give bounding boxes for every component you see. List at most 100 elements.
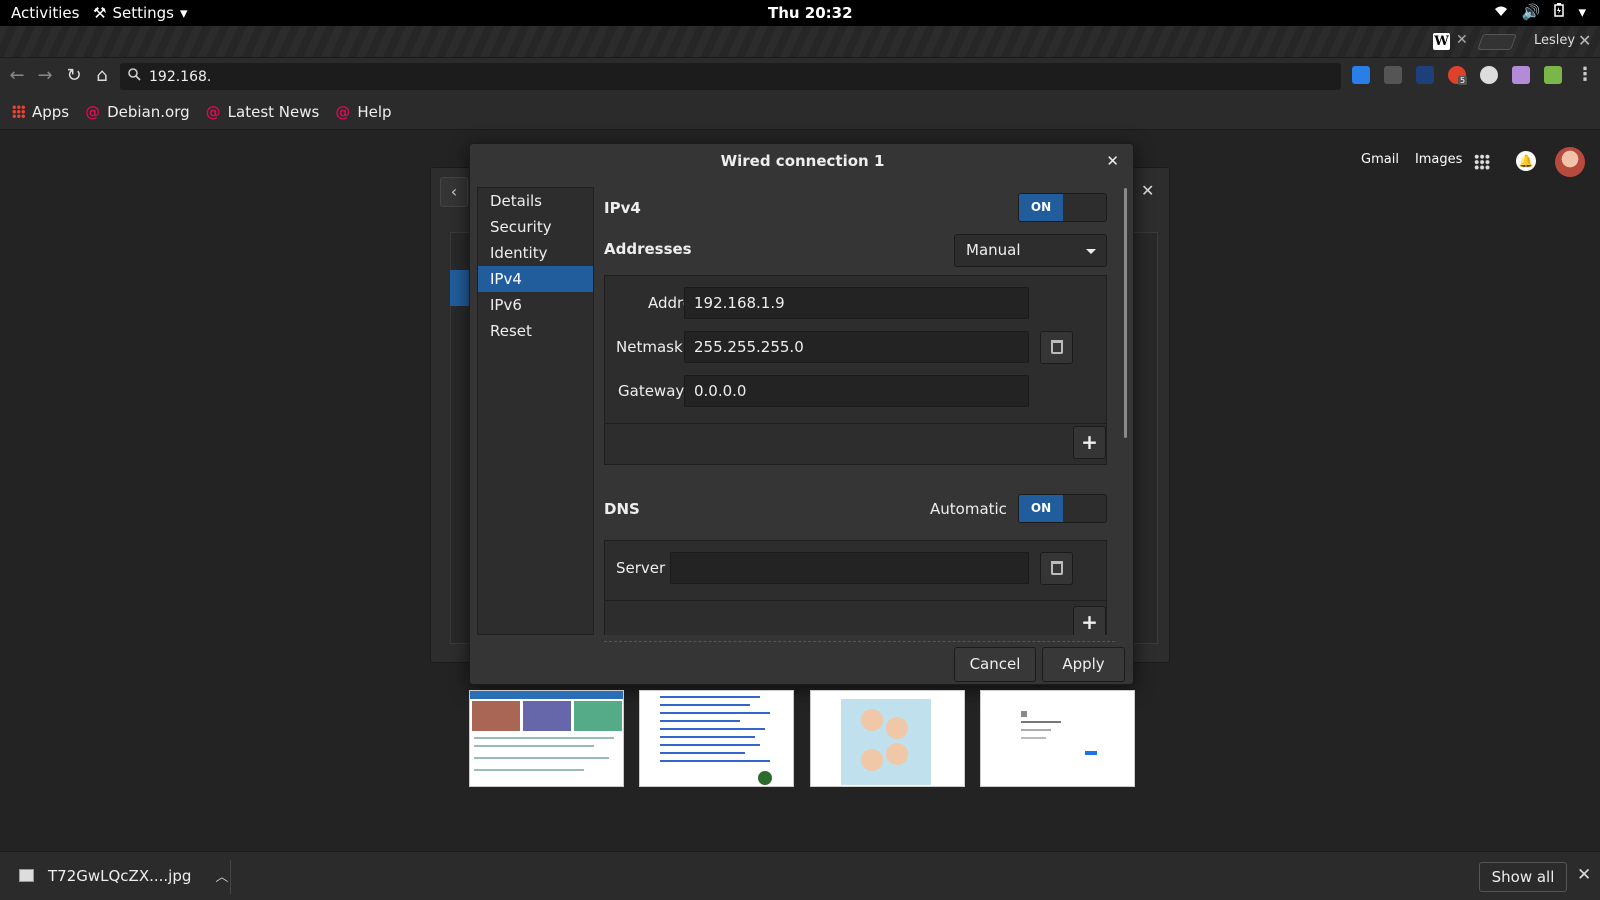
back-arrow-icon[interactable]: ‹ [440, 177, 468, 207]
extension-expand-icon[interactable] [1352, 66, 1370, 84]
extension-badge-icon[interactable]: 5 [1448, 66, 1468, 85]
netmask-field[interactable]: 255.255.255.0 [684, 331, 1029, 363]
sidebar-item-ipv4[interactable]: IPv4 [478, 266, 593, 292]
ipv4-settings: IPv4 ON Addresses Manual Address 192.168… [604, 187, 1115, 635]
add-address-button[interactable]: + [1073, 426, 1106, 459]
close-icon[interactable]: ✕ [1106, 152, 1119, 170]
notifications-bell-icon[interactable]: 🔔 [1516, 151, 1536, 171]
browser-toolbar: ← → ↻ ⌂ 192.168. 5 ⋮ [0, 58, 1600, 94]
gnome-top-bar: Activities ⚒ Settings ▾ Thu 20:32 🔊 ▾ [0, 0, 1600, 26]
divider [230, 860, 231, 894]
extension-tool-icon[interactable] [1384, 66, 1402, 84]
sidebar-item-reset[interactable]: Reset [478, 318, 593, 344]
thumbnail-line [474, 745, 594, 747]
download-item[interactable]: T72GwLQcZX....jpg ︿ [19, 866, 228, 885]
close-icon[interactable]: ✕ [1577, 865, 1591, 885]
scroll-edge-divider [604, 641, 1115, 642]
gateway-field[interactable]: 0.0.0.0 [684, 375, 1029, 407]
thumbnail-line [1021, 721, 1061, 723]
apply-button[interactable]: Apply [1042, 647, 1125, 682]
bookmark-label: Apps [32, 102, 70, 121]
forward-icon[interactable]: → [34, 65, 56, 86]
thumbnail-image [574, 701, 622, 731]
thumbnail-news-site[interactable] [469, 690, 624, 787]
add-dns-server-button[interactable]: + [1073, 606, 1106, 635]
addresses-heading: Addresses [604, 240, 692, 258]
gmail-link[interactable]: Gmail [1361, 152, 1399, 167]
thumbnail-line [474, 757, 609, 759]
bookmark-label: Latest News [227, 102, 320, 121]
bookmark-debian[interactable]: @ Debian.org [85, 103, 190, 121]
thumbnail-line [474, 737, 614, 739]
dns-automatic-label: Automatic [930, 500, 1007, 518]
sidebar-item-identity[interactable]: Identity [478, 240, 593, 266]
profile-name[interactable]: Lesley [1534, 33, 1575, 48]
divider [605, 600, 1106, 601]
address-field[interactable]: 192.168.1.9 [684, 287, 1029, 319]
delete-address-button[interactable] [1040, 331, 1073, 364]
chevron-up-icon[interactable]: ︿ [215, 866, 228, 885]
thumbnail-comic-image [841, 699, 931, 785]
home-icon[interactable]: ⌂ [91, 65, 113, 86]
bookmark-label: Debian.org [107, 102, 190, 121]
trash-icon [1050, 340, 1063, 354]
toggle-on-label: ON [1019, 495, 1063, 522]
thumbnail-line [660, 736, 755, 738]
bookmark-latest-news[interactable]: @ Latest News [206, 103, 320, 121]
google-apps-icon[interactable] [1474, 154, 1490, 170]
clock[interactable]: Thu 20:32 [768, 4, 853, 22]
sidebar-item-security[interactable]: Security [478, 214, 593, 240]
address-bar[interactable]: 192.168. [120, 63, 1341, 90]
cancel-button[interactable]: Cancel [954, 647, 1036, 682]
tab-close-icon[interactable]: ✕ [1456, 32, 1468, 48]
system-tray[interactable]: 🔊 ▾ [1494, 3, 1586, 21]
server-label: Server [616, 559, 666, 577]
volume-icon: 🔊 [1521, 3, 1541, 21]
browser-menu-icon[interactable]: ⋮ [1576, 64, 1594, 85]
app-menu[interactable]: ⚒ Settings ▾ [93, 4, 188, 22]
thumbnail-line [1021, 711, 1027, 717]
extension-feather-icon[interactable] [1512, 66, 1530, 84]
show-all-button[interactable]: Show all [1479, 862, 1567, 892]
extension-paw-icon[interactable] [1480, 66, 1498, 84]
thumbnail-line [660, 760, 770, 762]
reload-icon[interactable]: ↻ [63, 65, 85, 86]
download-file-name: T72GwLQcZX....jpg [48, 866, 192, 885]
tree-icon [758, 771, 772, 785]
extension-leaf-icon[interactable] [1544, 66, 1562, 84]
dialog-scrollbar[interactable] [1124, 188, 1127, 438]
thumbnail-line [1021, 729, 1051, 731]
extension-blue-icon[interactable] [1416, 66, 1434, 84]
dns-server-field[interactable] [670, 552, 1029, 584]
ipv4-heading: IPv4 [604, 199, 641, 217]
ipv4-toggle[interactable]: ON [1018, 193, 1107, 222]
comic-face [861, 709, 883, 731]
addresses-method-select[interactable]: Manual [954, 234, 1107, 267]
thumbnail-line [660, 720, 740, 722]
new-tab-button[interactable] [1477, 34, 1517, 50]
thumbnail-error-page[interactable] [980, 690, 1135, 787]
sidebar-item-ipv6[interactable]: IPv6 [478, 292, 593, 318]
sidebar-item-details[interactable]: Details [478, 188, 593, 214]
dialog-title: Wired connection 1 [720, 152, 885, 170]
window-close-icon[interactable]: ✕ [1578, 31, 1591, 50]
avatar[interactable] [1555, 147, 1585, 177]
battery-icon [1554, 3, 1565, 21]
back-icon[interactable]: ← [6, 65, 28, 86]
thumbnail-comic-site[interactable] [810, 690, 965, 787]
activities-button[interactable]: Activities [11, 4, 79, 22]
app-menu-label: Settings [112, 4, 174, 22]
delete-dns-server-button[interactable] [1040, 552, 1073, 585]
thumbnail-line [1021, 737, 1046, 739]
debian-swirl-icon: @ [335, 102, 351, 121]
close-icon[interactable]: ✕ [1141, 181, 1154, 200]
bookmark-help[interactable]: @ Help [335, 103, 391, 121]
thumbnail-list-site[interactable] [639, 690, 794, 787]
dns-heading: DNS [604, 500, 640, 518]
wikipedia-tab-icon[interactable]: W [1433, 33, 1450, 50]
bookmark-apps[interactable]: Apps [12, 103, 69, 121]
images-link[interactable]: Images [1415, 152, 1463, 167]
dns-automatic-toggle[interactable]: ON [1018, 494, 1107, 523]
chevron-down-icon: ▾ [179, 4, 188, 22]
divider [605, 423, 1106, 424]
